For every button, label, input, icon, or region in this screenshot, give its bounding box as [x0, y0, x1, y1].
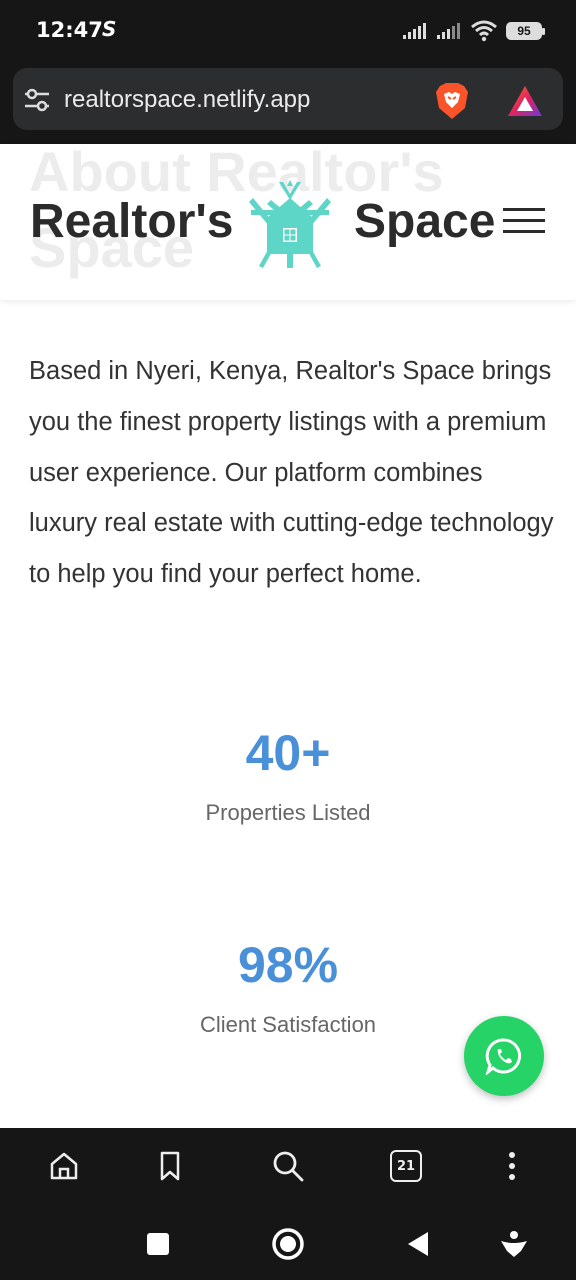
site-header: About Realtor's Space Realtor's Space [0, 144, 576, 300]
brave-shield-icon[interactable] [434, 82, 470, 120]
stat-properties: 40+ Properties Listed [0, 724, 576, 826]
about-paragraph: Based in Nyeri, Kenya, Realtor's Space b… [29, 357, 554, 589]
url-bar[interactable]: realtorspace.netlify.app [13, 68, 563, 130]
brave-rewards-icon[interactable] [506, 84, 544, 118]
brand-name-left[interactable]: Realtor's [30, 194, 233, 249]
tabs-button[interactable]: 21 [388, 1148, 424, 1184]
accessibility-button[interactable] [496, 1226, 532, 1262]
browser-bottom-toolbar: 21 [0, 1128, 576, 1208]
signal-icon [437, 23, 460, 39]
stat-value: 40+ [245, 725, 331, 781]
browser-top-bar: realtorspace.netlify.app [0, 64, 576, 144]
back-icon [408, 1232, 428, 1256]
battery-icon: 95 [506, 22, 545, 40]
home-icon [50, 1152, 78, 1180]
site-settings-icon[interactable] [23, 86, 51, 114]
tabs-icon: 21 [390, 1150, 422, 1182]
more-menu-button[interactable] [494, 1148, 530, 1184]
stat-label: Properties Listed [205, 800, 371, 825]
recents-button[interactable] [140, 1226, 176, 1262]
status-bar: 12:47 S 95 [0, 0, 576, 64]
search-icon [273, 1151, 304, 1182]
hamburger-menu-icon[interactable] [503, 208, 545, 236]
url-text[interactable]: realtorspace.netlify.app [64, 86, 310, 114]
home-button[interactable] [46, 1148, 82, 1184]
bookmark-icon [160, 1151, 180, 1181]
brand-name-right[interactable]: Space [354, 194, 495, 249]
wifi-icon [471, 20, 497, 42]
whatsapp-icon [485, 1038, 522, 1075]
stat-value: 98% [237, 937, 339, 993]
battery-level: 95 [517, 24, 531, 38]
status-time: 12:47 [36, 18, 103, 42]
signal-icon [403, 23, 426, 39]
system-nav-bar [0, 1208, 576, 1280]
home-nav-button[interactable] [270, 1226, 306, 1262]
back-button[interactable] [400, 1226, 436, 1262]
bookmark-button[interactable] [152, 1148, 188, 1184]
status-icons: 95 [402, 20, 545, 42]
accessibility-icon [501, 1231, 527, 1257]
app-notification-icon: S [102, 17, 117, 41]
search-button[interactable] [270, 1148, 306, 1184]
whatsapp-button[interactable] [464, 1016, 544, 1096]
house-logo-icon[interactable] [243, 178, 337, 270]
more-icon [509, 1152, 515, 1180]
recents-icon [147, 1233, 169, 1255]
home-circle-icon [272, 1228, 304, 1260]
